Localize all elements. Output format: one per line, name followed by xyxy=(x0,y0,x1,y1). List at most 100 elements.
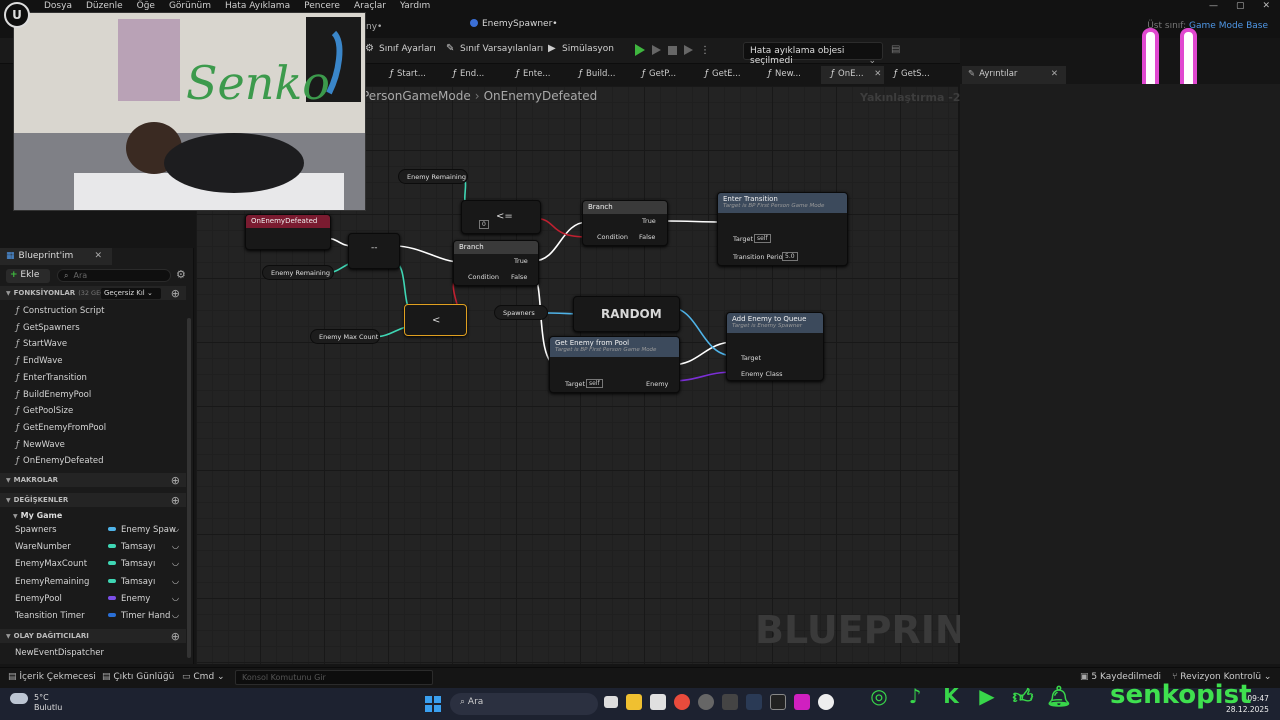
function-list-item[interactable]: ƒ EnterTransition xyxy=(16,373,87,383)
decrement-node[interactable]: -- xyxy=(348,233,400,269)
browse-icon[interactable]: ▤ xyxy=(891,44,900,55)
enter-transition-node[interactable]: Enter Transition Target is BP First Pers… xyxy=(717,192,848,266)
dispatcher-item[interactable]: NewEventDispatcher xyxy=(15,648,104,658)
menu-item[interactable]: Dosya xyxy=(44,1,80,11)
eye-icon[interactable]: ◡ xyxy=(172,576,179,585)
class-settings-button[interactable]: ⚙ Sınıf Ayarları xyxy=(365,44,436,55)
function-list-item[interactable]: ƒ NewWave xyxy=(16,440,65,450)
variable-row[interactable]: Spawners Enemy Spaw ◡ xyxy=(0,522,186,539)
less-equal-value[interactable]: 0 xyxy=(479,220,489,229)
variable-type[interactable]: Enemy Spaw xyxy=(108,525,176,535)
function-list-item[interactable]: ƒ StartWave xyxy=(16,339,67,349)
tab-partial[interactable]: ny• xyxy=(366,22,382,32)
branch-node-1[interactable]: Branch True Condition False xyxy=(582,200,668,246)
app-icon[interactable] xyxy=(794,694,810,710)
output-log-button[interactable]: ▤ Çıktı Günlüğü xyxy=(102,672,174,682)
getter-spawners[interactable]: Spawners xyxy=(494,305,548,320)
file-explorer-icon[interactable] xyxy=(626,694,642,710)
close-icon[interactable]: ✕ xyxy=(1051,69,1058,79)
scrollbar[interactable] xyxy=(187,318,191,658)
tab-details[interactable]: ✎ Ayrıntılar ✕ xyxy=(962,66,1066,84)
weather-widget[interactable]: 5°C Bulutlu xyxy=(10,693,62,712)
function-tab[interactable]: ƒ New... xyxy=(758,66,821,84)
target-self[interactable]: self xyxy=(754,234,771,243)
tab-enemy-spawner[interactable]: EnemySpawner• xyxy=(470,19,558,29)
store-icon[interactable] xyxy=(650,694,666,710)
function-list-item[interactable]: ƒ GetPoolSize xyxy=(16,406,73,416)
function-list-item[interactable]: ƒ GetSpawners xyxy=(16,323,80,333)
add-button[interactable]: + Ekle xyxy=(6,269,50,283)
minimize-icon[interactable]: — xyxy=(1209,1,1218,11)
transition-period-value[interactable]: 5.0 xyxy=(782,252,798,261)
menu-item[interactable]: Öğe xyxy=(137,1,163,11)
eye-icon[interactable]: ◡ xyxy=(172,541,179,550)
gear-icon[interactable]: ⚙ xyxy=(176,268,186,281)
debug-object-select[interactable]: Hata ayıklama objesi seçilmedi ⌄ xyxy=(743,42,883,66)
eye-icon[interactable]: ◡ xyxy=(172,593,179,602)
eye-icon[interactable]: ◡ xyxy=(172,610,179,619)
class-defaults-button[interactable]: ✎ Sınıf Varsayılanları xyxy=(446,44,543,55)
step-icon[interactable] xyxy=(652,45,661,55)
menu-item[interactable]: Hata Ayıklama xyxy=(225,1,298,11)
section-variables[interactable]: ▼ DEĞİŞKENLER ⊕ xyxy=(0,493,186,507)
function-tab[interactable]: ƒ End... xyxy=(443,66,506,84)
branch-node-2[interactable]: Branch True Condition False xyxy=(453,240,539,286)
override-select[interactable]: Geçersiz Kıl ⌄ xyxy=(101,288,161,299)
close-icon[interactable]: ✕ xyxy=(94,251,102,261)
github-icon[interactable] xyxy=(698,694,714,710)
add-dispatcher-icon[interactable]: ⊕ xyxy=(171,630,180,643)
menu-item[interactable]: Pencere xyxy=(304,1,348,11)
add-macro-icon[interactable]: ⊕ xyxy=(171,474,180,487)
unreal-engine-icon[interactable] xyxy=(818,694,834,710)
function-tab[interactable]: ƒ GetP... xyxy=(632,66,695,84)
variable-type[interactable]: Timer Hand xyxy=(108,611,170,621)
menu-item[interactable]: Görünüm xyxy=(169,1,219,11)
function-list-item[interactable]: ƒ Construction Script xyxy=(16,306,104,316)
stop-icon[interactable] xyxy=(668,45,677,55)
windows-start-icon[interactable] xyxy=(425,696,441,712)
eye-icon[interactable]: ◡ xyxy=(172,524,179,533)
variable-row[interactable]: EnemyPool Enemy ◡ xyxy=(0,591,186,608)
menu-item[interactable]: Araçlar xyxy=(354,1,394,11)
breadcrumb-parent[interactable]: PersonGameMode xyxy=(362,89,471,103)
add-enemy-to-queue-node[interactable]: Add Enemy to Queue Target is Enemy Spawn… xyxy=(726,312,824,381)
more-options-icon[interactable]: ⋮ xyxy=(700,45,710,56)
getter-enemy-remaining[interactable]: Enemy Remaining xyxy=(262,265,334,280)
function-tab[interactable]: ƒ GetE... xyxy=(695,66,758,84)
variable-type[interactable]: Enemy xyxy=(108,594,150,604)
simulation-button[interactable]: ▶ Simülasyon xyxy=(548,44,614,55)
get-enemy-from-pool-node[interactable]: Get Enemy from Pool Target is BP First P… xyxy=(549,336,680,393)
menu-item[interactable]: Düzenle xyxy=(86,1,131,11)
tab-my-blueprint[interactable]: ▦ Blueprint'im ✕ xyxy=(0,248,112,265)
less-equal-node[interactable]: <= 0 xyxy=(461,200,541,234)
section-macros[interactable]: ▼ MAKROLAR ⊕ xyxy=(0,473,186,487)
getter-enemy-remaining[interactable]: Enemy Remaining xyxy=(398,169,468,184)
resume-icon[interactable] xyxy=(684,45,693,55)
cmd-select[interactable]: ▭ Cmd ⌄ xyxy=(182,672,225,682)
event-node[interactable]: OnEnemyDefeated xyxy=(245,214,331,250)
terminal-icon[interactable] xyxy=(722,694,738,710)
close-icon[interactable]: ✕ xyxy=(872,69,881,79)
variable-type[interactable]: Tamsayı xyxy=(108,559,155,569)
variable-type[interactable]: Tamsayı xyxy=(108,542,155,552)
section-event-dispatchers[interactable]: ▼ OLAY DAĞITICILARI ⊕ xyxy=(0,629,186,643)
getter-enemy-max-count[interactable]: Enemy Max Count xyxy=(310,329,380,344)
variable-row[interactable]: EnemyRemaining Tamsayı ◡ xyxy=(0,574,186,591)
add-function-icon[interactable]: ⊕ xyxy=(171,287,180,300)
unreal-logo-icon[interactable]: U xyxy=(4,2,30,28)
close-icon[interactable]: ✕ xyxy=(1262,1,1270,11)
eye-icon[interactable]: ◡ xyxy=(172,558,179,567)
function-tab[interactable]: ƒ OnE... ✕ xyxy=(821,66,884,84)
function-tab[interactable]: ƒ Build... xyxy=(569,66,632,84)
function-list-item[interactable]: ƒ EndWave xyxy=(16,356,62,366)
variable-type[interactable]: Tamsayı xyxy=(108,577,155,587)
function-tab[interactable]: ƒ Start... xyxy=(380,66,443,84)
search-input[interactable]: ⌕ Ara xyxy=(57,269,171,282)
task-view-icon[interactable] xyxy=(604,696,618,708)
console-input[interactable]: Konsol Komutunu Gir xyxy=(235,670,433,685)
function-tab[interactable]: ƒ Ente... xyxy=(506,66,569,84)
function-list-item[interactable]: ƒ BuildEnemyPool xyxy=(16,390,91,400)
less-than-node[interactable]: < xyxy=(404,304,467,336)
section-functions[interactable]: ▼ FONKSİYONLAR (32 GEÇE Geçersiz Kıl ⌄ ⊕ xyxy=(0,286,186,300)
chrome-icon[interactable] xyxy=(674,694,690,710)
